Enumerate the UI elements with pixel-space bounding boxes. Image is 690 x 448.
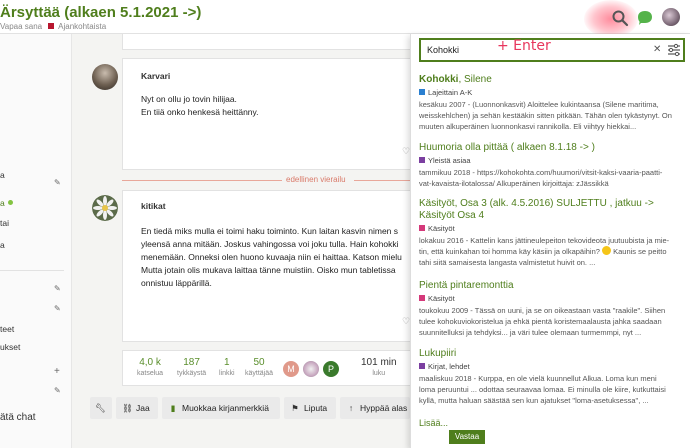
user-avatar[interactable] [662, 8, 680, 26]
participant-avatar[interactable]: M [283, 361, 299, 377]
result-category[interactable]: Käsityöt [419, 294, 685, 303]
sidebar-item-chat[interactable]: ätä chat [0, 412, 36, 423]
sidebar-item[interactable]: teet [0, 324, 14, 334]
flag-button[interactable]: ⚑ Liputa [284, 397, 336, 419]
enter-annotation: + Enter [497, 38, 551, 54]
search-result[interactable]: Kohokki, Silene Lajeittain A-K kesäkuu 2… [419, 74, 685, 132]
stat-links[interactable]: 1 linkki [219, 357, 235, 377]
topic-breadcrumb: Vapaa sana Ajankohtaista [0, 22, 106, 31]
post-card: kitikat En tiedä miks mulla ei toimi hak… [122, 190, 422, 342]
divider-line [122, 180, 282, 181]
search-options-icon[interactable] [667, 43, 681, 57]
heart-icon[interactable]: ♡ [402, 316, 410, 327]
jump-down-button[interactable]: ↑ Hyppää alas [340, 397, 410, 419]
sidebar-item[interactable]: a [0, 198, 13, 208]
sidebar: ✎ a a tai a ✎ ✎ teet ukset + ✎ ätä chat [0, 34, 72, 448]
result-title[interactable]: Käsityöt, Osa 3 (alk. 4.5.2016) SULJETTU… [419, 198, 685, 222]
stat-likes: 187 tykkäystä [177, 357, 207, 377]
breadcrumb-parent[interactable]: Vapaa sana [0, 22, 42, 31]
heart-icon[interactable]: ♡ [402, 146, 410, 157]
online-dot-icon [7, 200, 13, 205]
result-title[interactable]: Lukupiiri [419, 348, 685, 360]
result-blurb: tammikuu 2018 - https://kohokohta.com/hu… [419, 168, 663, 188]
topic-header: Ärsyttää (alkaen 5.1.2021 ->) Vapaa sana… [0, 0, 690, 38]
post-card-previous [122, 34, 422, 50]
sidebar-item[interactable]: ukset [0, 342, 20, 352]
category-color-square [419, 157, 425, 163]
post-line: En tiiä onko henkesä heittänny. [141, 107, 259, 117]
admin-wrench-button[interactable]: 🔧︎ [90, 397, 112, 419]
post-line: En tiedä miks mulla ei toimi haku toimin… [141, 226, 399, 236]
participant-avatar[interactable]: P [323, 361, 339, 377]
more-results-link[interactable]: Lisää... [419, 418, 448, 428]
result-title[interactable]: Pientä pintaremonttia [419, 280, 685, 292]
reply-button[interactable]: Vastaa [449, 430, 485, 444]
result-blurb: kesäkuu 2007 - (Luonnonkasvit) Aloittele… [419, 100, 672, 131]
participant-avatar[interactable] [303, 361, 319, 377]
result-category[interactable]: Käsityöt [419, 224, 685, 233]
flag-icon: ⚑ [291, 403, 299, 413]
edit-pencil-icon[interactable]: ✎ [54, 178, 62, 187]
bookmark-icon: ▮ [170, 403, 176, 413]
chat-icon[interactable] [636, 9, 654, 27]
edit-pencil-icon[interactable]: ✎ [54, 304, 62, 313]
category-color-square [48, 23, 55, 29]
result-blurb: maaliskuu 2018 - Kurppa, en ole vielä ku… [419, 374, 666, 405]
stat-users: 50 käyttäjää [245, 357, 274, 377]
post-body: En tiedä miks mulla ei toimi haku toimin… [141, 225, 421, 290]
post-body: Nyt on ollu jo tovin hilijaa. En tiiä on… [141, 93, 259, 119]
result-blurb: lokakuu 2016 - Kattelin kans jättineulep… [419, 236, 670, 267]
divider-line [354, 180, 410, 181]
result-title[interactable]: Huumoria olla pittää ( alkaen 8.1.18 -> … [419, 142, 685, 154]
search-result[interactable]: Huumoria olla pittää ( alkaen 8.1.18 -> … [419, 142, 685, 189]
stat-read-time: 101 min luku [361, 357, 397, 377]
clear-icon[interactable]: ✕ [653, 44, 661, 55]
post-line: Nyt on ollu jo tovin hilijaa. [141, 94, 237, 104]
search-result[interactable]: Käsityöt, Osa 3 (alk. 4.5.2016) SULJETTU… [419, 198, 685, 268]
sidebar-item[interactable]: a [0, 240, 5, 250]
topic-stats: 4,0 k katselua 187 tykkäystä 1 linkki 50 käy… [122, 350, 422, 386]
category-color-square [419, 225, 425, 231]
topic-title[interactable]: Ärsyttää (alkaen 5.1.2021 ->) [0, 4, 201, 21]
category-color-square [419, 363, 425, 369]
post-author[interactable]: Karvari [141, 71, 170, 81]
breadcrumb-category[interactable]: Ajankohtaista [58, 22, 106, 31]
edit-pencil-icon[interactable]: ✎ [54, 284, 62, 293]
edit-pencil-icon[interactable]: ✎ [54, 386, 62, 395]
post-line: Mutta jotain olis mukava laittaa tänne m… [141, 265, 396, 275]
sidebar-item[interactable]: a [0, 170, 5, 180]
last-visit-divider: edellinen vierailu [282, 175, 350, 184]
result-category[interactable]: Yleistä asiaa [419, 156, 685, 165]
category-color-square [419, 89, 425, 95]
post-line: menemään. Onneksi olen huono kuvaaja nii… [141, 252, 402, 262]
search-result[interactable]: Lukupiiri Kirjat, lehdet maaliskuu 2018 … [419, 348, 685, 406]
sidebar-divider [0, 270, 64, 271]
post-author[interactable]: kitikat [141, 201, 166, 211]
search-result[interactable]: Pientä pintaremonttia Käsityöt toukokuu … [419, 280, 685, 338]
share-button[interactable]: ⛓︎ Jaa [116, 397, 158, 419]
category-color-square [419, 295, 425, 301]
bookmark-button[interactable]: ▮ Muokkaa kirjanmerkkiä [162, 397, 280, 419]
search-box[interactable]: + Enter ✕ [419, 38, 685, 62]
stat-views: 4,0 k katselua [137, 357, 164, 377]
search-input[interactable] [427, 43, 477, 57]
add-icon[interactable]: + [54, 366, 62, 377]
search-icon[interactable] [611, 9, 629, 27]
post-avatar[interactable] [92, 64, 118, 90]
post-line: onnistuu läppärillä. [141, 278, 212, 288]
post-line: yleensä anna mitään. Joskus vahingossa v… [141, 239, 399, 249]
result-title[interactable]: Kohokki, Silene [419, 74, 685, 86]
result-blurb: toukokuu 2009 - Tässä on uuni, ja se on … [419, 306, 666, 337]
smiley-icon [602, 246, 612, 255]
arrow-up-icon: ↑ [348, 403, 354, 413]
sidebar-item[interactable]: tai [0, 218, 9, 228]
post-avatar-flower-icon[interactable] [92, 195, 118, 221]
wrench-icon: 🔧︎ [95, 403, 106, 413]
result-category[interactable]: Lajeittain A-K [419, 88, 685, 97]
post-card: Karvari Nyt on ollu jo tovin hilijaa. En… [122, 58, 422, 170]
search-panel: + Enter ✕ Kohokki, Silene Lajeittain A-K… [410, 34, 690, 448]
link-icon: ⛓︎ [122, 403, 133, 413]
result-category[interactable]: Kirjat, lehdet [419, 362, 685, 371]
